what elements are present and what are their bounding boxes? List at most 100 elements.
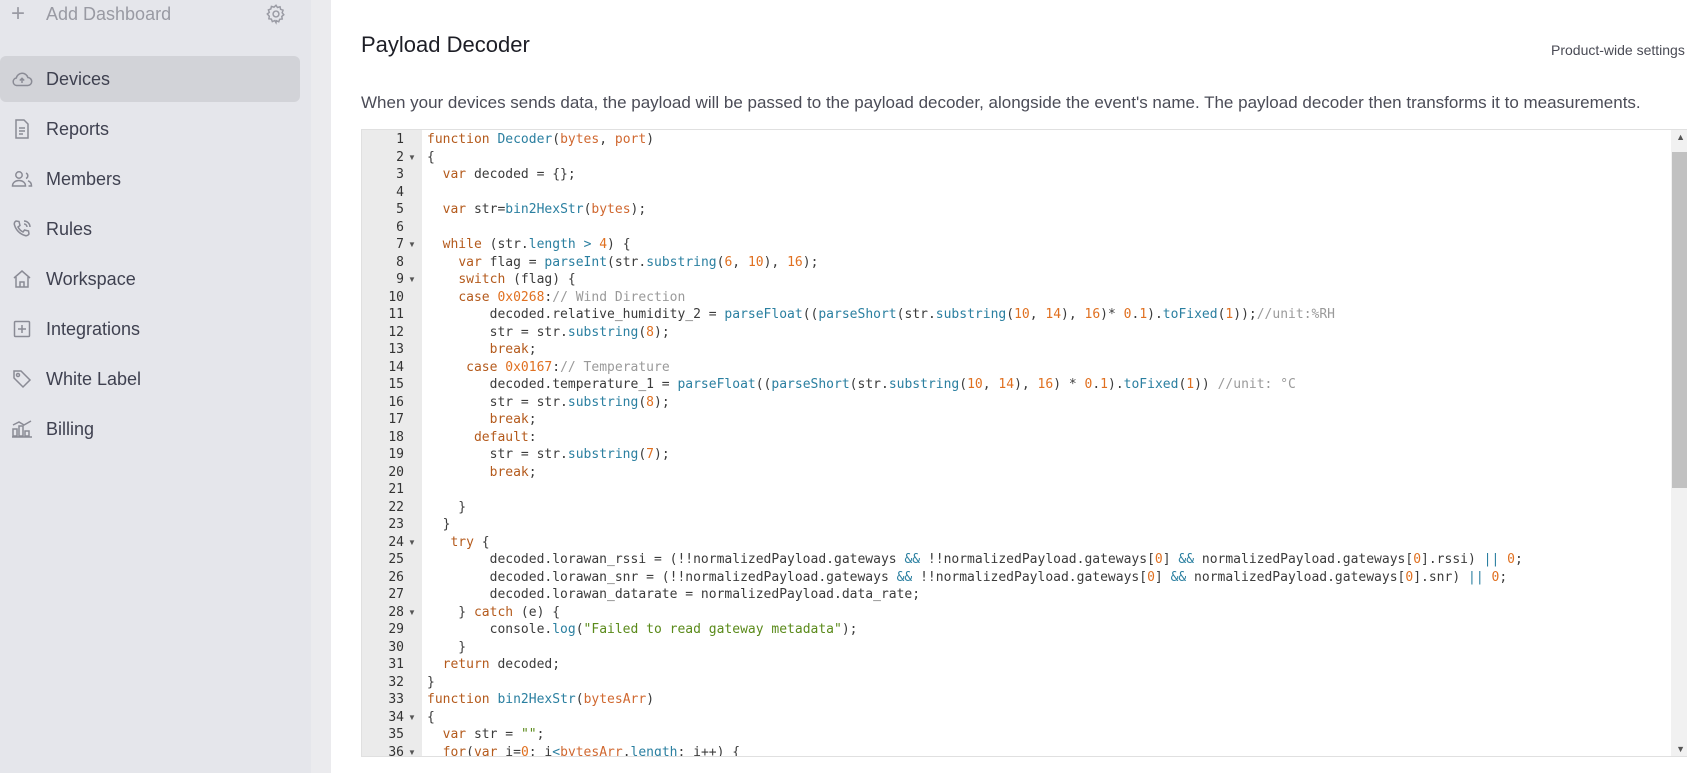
scrollbar-thumb[interactable] (1672, 152, 1687, 488)
scroll-up-arrow-icon[interactable]: ▲ (1676, 132, 1685, 142)
sidebar-item-label: Workspace (46, 268, 136, 289)
fold-arrow-icon[interactable]: ▼ (408, 709, 418, 727)
line-number: 27 (388, 587, 404, 602)
line-number: 3 (396, 167, 404, 182)
code-line: try { (450, 534, 490, 550)
line-number: 11 (388, 307, 404, 322)
code-line: str = str.substring(8); (427, 394, 670, 410)
fold-arrow-icon[interactable]: ▼ (408, 149, 418, 167)
line-number: 18 (388, 429, 404, 445)
editor-scrollbar[interactable]: ▲ ▼ (1671, 130, 1687, 756)
code-line: var str=bin2HexStr(bytes); (442, 202, 647, 217)
line-number: 21 (388, 482, 404, 497)
sidebar-item-label: Billing (46, 418, 95, 439)
code-line: function Decoder(bytes, port) (427, 132, 655, 147)
sidebar-item-members[interactable]: Members (0, 156, 300, 202)
users-icon (10, 167, 34, 191)
code-line: switch (flag) { (458, 272, 576, 287)
code-line: decoded.lorawan_snr = (!!normalizedPaylo… (427, 569, 1508, 585)
sidebar-item-label: Rules (46, 218, 93, 239)
code-editor[interactable]: 1 2 ▼ 3 4 5 6 7 ▼ 8 9 ▼ 10 11 12 13 14 15 16 17 18 19 20 21 22 23… (361, 129, 1687, 757)
sidebar-item-workspace[interactable]: Workspace (0, 256, 300, 302)
code-line: } (427, 499, 467, 515)
sidebar-item-rules[interactable]: Rules (0, 206, 300, 252)
sidebar-item-label: Members (46, 168, 122, 189)
sidebar-nav: Devices Reports Members Rules Workspace (0, 56, 300, 456)
sidebar-item-label: Reports (46, 118, 110, 139)
sidebar-item-reports[interactable]: Reports (0, 106, 300, 152)
code-line: decoded.lorawan_rssi = (!!normalizedPayl… (427, 552, 1523, 567)
code-line: function bin2HexStr(bytesArr) (427, 692, 655, 707)
line-number: 16 (388, 394, 404, 410)
code-line: break; (489, 342, 537, 357)
line-number: 29 (388, 622, 404, 637)
scroll-down-arrow-icon[interactable]: ▼ (1676, 744, 1685, 754)
code-line: case 0x0268:// Wind Direction (458, 289, 686, 305)
tag-icon (10, 367, 34, 391)
line-number: 4 (396, 184, 404, 200)
editor-gutter: 1 2 ▼ 3 4 5 6 7 ▼ 8 9 ▼ 10 11 12 13 14 15 16 17 18 19 20 21 22 23… (362, 130, 422, 756)
content-gutter (311, 0, 331, 773)
phone-icon (10, 217, 34, 241)
line-number: 31 (388, 657, 404, 672)
line-number: 14 (388, 359, 404, 375)
code-line: } (427, 517, 451, 532)
code-line: } catch (e) { (427, 604, 561, 620)
line-number: 20 (388, 464, 404, 480)
code-line: decoded.temperature_1 = parseFloat((pars… (427, 377, 1296, 392)
sidebar-item-integrations[interactable]: Integrations (0, 306, 300, 352)
code-line: while (str.length > 4) { (442, 237, 631, 252)
code-line: } (427, 639, 467, 655)
billing-icon (10, 417, 34, 441)
code-line: case 0x0167:// Temperature (466, 359, 670, 375)
line-number: 35 (388, 727, 404, 742)
line-number: 12 (388, 324, 404, 340)
fold-arrow-icon[interactable]: ▼ (408, 271, 418, 289)
line-number: 17 (388, 412, 404, 427)
line-number: 32 (388, 674, 404, 690)
document-icon (10, 117, 34, 141)
code-line: default: (473, 429, 537, 445)
line-number: 1 (396, 132, 404, 147)
page-description: When your devices sends data, the payloa… (361, 93, 1641, 112)
line-number: 15 (388, 377, 404, 392)
line-number: 24 (388, 534, 404, 550)
line-number: 6 (396, 219, 404, 235)
code-line: decoded.relative_humidity_2 = parseFloat… (427, 307, 1336, 322)
line-number: 25 (388, 552, 404, 567)
code-line: { (427, 709, 435, 725)
add-dashboard-label: Add Dashboard (46, 3, 172, 24)
code-line: var decoded = {}; (442, 167, 576, 182)
code-line: console.log("Failed to read gateway meta… (427, 622, 858, 637)
line-number: 13 (388, 342, 404, 357)
gear-icon[interactable] (265, 3, 287, 25)
fold-arrow-icon[interactable]: ▼ (408, 604, 418, 622)
line-number: 22 (388, 499, 404, 515)
line-number: 9 (396, 272, 404, 287)
sidebar-item-white-label[interactable]: White Label (0, 356, 300, 402)
cloud-icon (10, 67, 34, 91)
line-number: 8 (396, 254, 404, 270)
house-icon (10, 267, 34, 291)
code-line: } (427, 674, 435, 690)
fold-arrow-icon[interactable]: ▼ (408, 236, 418, 254)
code-line: decoded.lorawan_datarate = normalizedPay… (427, 587, 921, 602)
plus-icon: + (11, 0, 26, 27)
add-dashboard-button[interactable]: + Add Dashboard (11, 0, 301, 28)
page-title: Payload Decoder (361, 32, 530, 57)
line-number: 10 (388, 289, 404, 305)
code-line: var flag = parseInt(str.substring(6, 10)… (458, 254, 819, 270)
product-wide-settings-link[interactable]: Product-wide settings (1551, 42, 1685, 58)
sidebar-item-devices[interactable]: Devices (0, 56, 300, 102)
line-number: 5 (396, 202, 404, 217)
main-panel: Payload Decoder Product-wide settings Wh… (331, 0, 1687, 773)
sidebar-item-billing[interactable]: Billing (0, 406, 300, 452)
fold-arrow-icon[interactable]: ▼ (408, 534, 418, 552)
line-number: 26 (388, 569, 404, 585)
sidebar-item-label: Integrations (46, 318, 141, 339)
fold-arrow-icon[interactable]: ▼ (408, 744, 418, 757)
sidebar-item-label: Devices (46, 68, 111, 89)
code-line: str = str.substring(8); (427, 324, 670, 340)
code-line: { (427, 149, 435, 165)
code-line: return decoded; (442, 657, 561, 672)
